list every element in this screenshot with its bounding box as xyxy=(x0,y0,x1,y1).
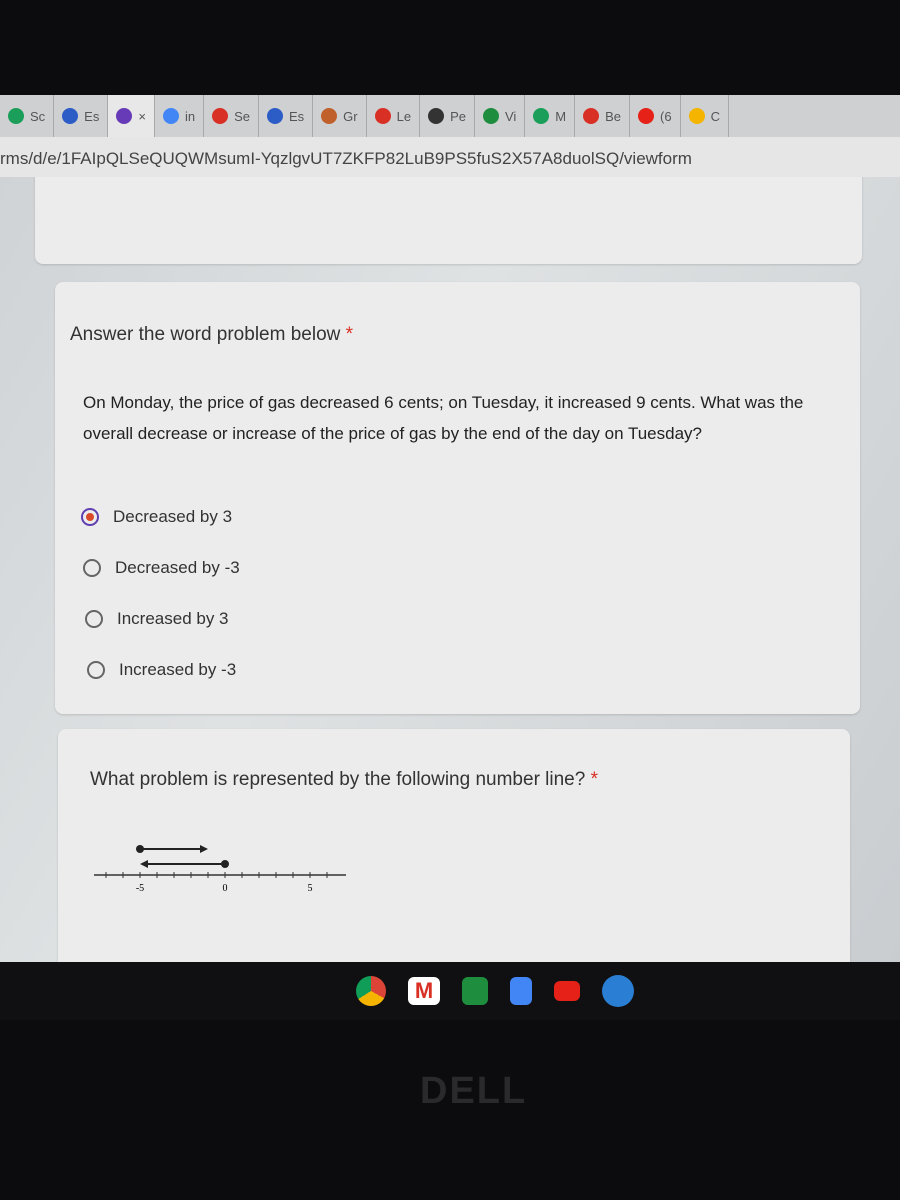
chat-icon xyxy=(8,108,24,124)
tab-label: Gr xyxy=(343,108,358,124)
label-neg5: -5 xyxy=(136,883,144,894)
tab-label: Vi xyxy=(504,108,517,124)
chat-icon xyxy=(533,108,550,124)
google-icon xyxy=(162,108,179,124)
tab-3[interactable]: in xyxy=(155,95,205,137)
pin-icon xyxy=(583,108,600,124)
tab-8[interactable]: Pe xyxy=(420,95,475,137)
tab-13[interactable]: C xyxy=(681,95,729,137)
forms-icon xyxy=(116,108,133,124)
dell-logo: DELL xyxy=(420,1070,528,1112)
tab-1[interactable]: Es xyxy=(54,95,109,137)
option-0[interactable]: Decreased by 3 xyxy=(81,507,232,527)
option-3[interactable]: Increased by -3 xyxy=(87,660,236,680)
tab-0[interactable]: Sc xyxy=(0,95,55,137)
question-card-2: What problem is represented by the follo… xyxy=(58,729,850,962)
chrome-icon[interactable] xyxy=(356,976,386,1006)
docs-icon[interactable] xyxy=(510,977,532,1005)
radio-button[interactable] xyxy=(87,661,105,679)
tab-6[interactable]: Gr xyxy=(313,95,367,137)
drive-icon xyxy=(688,108,705,124)
tab-label: Le xyxy=(396,108,412,124)
question-title: Answer the word problem below * xyxy=(70,324,354,345)
tab-label: Sc xyxy=(30,108,46,124)
question-title: What problem is represented by the follo… xyxy=(90,769,599,790)
tab-label: C xyxy=(710,108,720,124)
youtube-icon xyxy=(638,108,655,124)
k-icon xyxy=(62,108,79,124)
plus-icon xyxy=(482,108,499,124)
header-card xyxy=(35,177,862,264)
taskbar: M xyxy=(0,962,900,1020)
address-bar[interactable]: rms/d/e/1FAIpQLSeQUQWMsumI-YqzlgvUT7ZKFP… xyxy=(0,137,900,177)
option-1[interactable]: Decreased by -3 xyxy=(83,558,240,578)
gmail-icon[interactable]: M xyxy=(408,977,440,1005)
problem-text: On Monday, the price of gas decreased 6 … xyxy=(83,393,804,443)
tab-10[interactable]: M xyxy=(525,95,576,137)
tab-11[interactable]: Be xyxy=(575,95,631,137)
tab-2[interactable]: × xyxy=(108,95,155,137)
tab-label: M xyxy=(555,108,567,124)
form-page: Answer the word problem below * On Monda… xyxy=(0,177,900,962)
tab-label: Be xyxy=(605,108,622,124)
option-2[interactable]: Increased by 3 xyxy=(85,609,229,629)
tab-strip: Sc Es × in Se Es Gr Le Pe Vi M Be (6 C xyxy=(0,95,900,137)
clapper-icon xyxy=(212,108,229,124)
tab-label: Es xyxy=(288,108,305,124)
number-line-image: -5 0 5 xyxy=(94,845,346,894)
question-card-1: Answer the word problem below * On Monda… xyxy=(55,282,860,714)
tab-label: Pe xyxy=(450,108,466,124)
url-text: rms/d/e/1FAIpQLSeQUQWMsumI-YqzlgvUT7ZKFP… xyxy=(0,149,692,168)
tab-label: Es xyxy=(84,108,100,124)
tab-label: Se xyxy=(234,108,250,124)
contact-icon xyxy=(428,108,445,124)
meet-icon[interactable] xyxy=(602,975,634,1007)
label-5: 5 xyxy=(308,883,313,894)
label-0: 0 xyxy=(223,883,228,894)
k-icon xyxy=(266,108,283,124)
tab-12[interactable]: (6 xyxy=(630,95,681,137)
gmail-icon xyxy=(374,108,391,124)
radio-button[interactable] xyxy=(83,559,101,577)
tab-4[interactable]: Se xyxy=(204,95,259,137)
radio-button[interactable] xyxy=(85,610,103,628)
classroom-icon[interactable] xyxy=(462,977,488,1005)
tab-label: in xyxy=(184,108,196,124)
tab-9[interactable]: Vi xyxy=(475,95,526,137)
tab-label: (6 xyxy=(660,108,672,124)
tab-5[interactable]: Es xyxy=(259,95,314,137)
tab-label: × xyxy=(138,108,146,124)
avatar-icon xyxy=(321,108,338,124)
radio-button-selected[interactable] xyxy=(81,508,99,526)
youtube-icon[interactable] xyxy=(554,981,580,1001)
tab-7[interactable]: Le xyxy=(367,95,421,137)
